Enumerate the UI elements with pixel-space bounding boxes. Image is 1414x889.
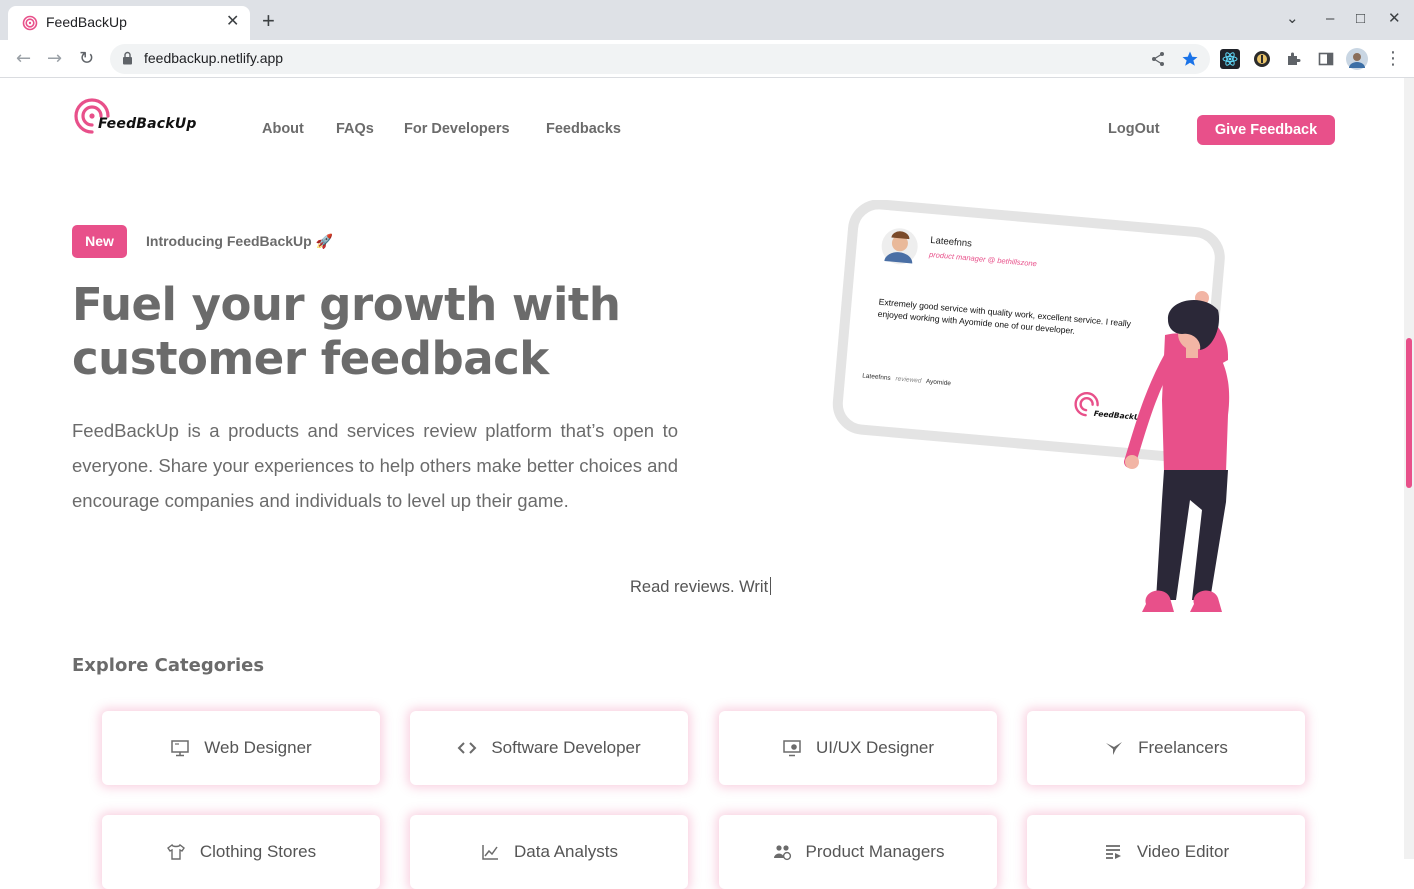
- category-label: Freelancers: [1138, 738, 1228, 757]
- category-label: Video Editor: [1136, 842, 1230, 861]
- lock-icon: [123, 51, 132, 65]
- category-label: UI/UX Designer: [815, 738, 935, 757]
- monitor-icon: [171, 740, 190, 757]
- screen-design-icon: [783, 740, 801, 757]
- new-badge: New: [72, 225, 127, 258]
- category-card-ui-ux-designer[interactable]: UI/UX Designer: [719, 711, 997, 785]
- logout-link[interactable]: LogOut: [1108, 121, 1160, 137]
- give-feedback-button[interactable]: Give Feedback: [1197, 115, 1335, 145]
- react-devtools-icon[interactable]: [1220, 49, 1240, 69]
- categories-title: Explore Categories: [72, 655, 265, 676]
- hero-title: Fuel your growth with customer feedback: [72, 278, 672, 386]
- typewriter-text: Read reviews. Writ: [630, 577, 772, 597]
- category-card-software-developer[interactable]: Software Developer: [410, 711, 688, 785]
- nav-feedbacks-link[interactable]: Feedbacks: [546, 121, 621, 137]
- hero-title-line2: customer feedback: [72, 332, 549, 385]
- page-scrollbar[interactable]: [1404, 78, 1414, 859]
- share-icon[interactable]: [1150, 51, 1166, 67]
- category-label: Product Managers: [805, 842, 945, 861]
- forward-button[interactable]: →: [47, 48, 62, 70]
- puzzle-icon[interactable]: [1286, 51, 1302, 67]
- category-label: Clothing Stores: [199, 842, 317, 861]
- typewriter-content: Read reviews. Writ: [630, 578, 769, 596]
- hero-title-line1: Fuel your growth with: [72, 278, 621, 331]
- bookmark-star-icon[interactable]: [1181, 50, 1199, 68]
- category-label: Software Developer: [491, 738, 641, 757]
- maximize-button[interactable]: □: [1356, 9, 1365, 29]
- scrollbar-thumb[interactable]: [1406, 338, 1412, 488]
- browser-toolbar: ← → ↻ feedbackup.netlify.app ⋮: [0, 40, 1414, 78]
- category-card-web-designer[interactable]: Web Designer: [102, 711, 380, 785]
- browser-tabstrip: FeedBackUp ✕ + ⌄ – □ ✕: [0, 0, 1414, 40]
- category-label: Data Analysts: [514, 842, 618, 861]
- site-header: FeedBackUp About FAQs For Developers Fee…: [0, 78, 1404, 188]
- category-card-video-editor[interactable]: Video Editor: [1027, 815, 1305, 889]
- bird-icon: [1106, 742, 1123, 755]
- category-card-freelancers[interactable]: Freelancers: [1027, 711, 1305, 785]
- chart-icon: [482, 845, 499, 860]
- tab-search-icon[interactable]: ⌄: [1286, 9, 1299, 29]
- browser-tab[interactable]: FeedBackUp ✕: [8, 6, 250, 40]
- video-list-icon: [1105, 845, 1121, 859]
- nav-about-link[interactable]: About: [262, 121, 304, 137]
- people-icon: [773, 845, 791, 861]
- new-tab-button[interactable]: +: [262, 9, 275, 33]
- nav-faqs-link[interactable]: FAQs: [336, 121, 374, 137]
- tab-title: FeedBackUp: [46, 14, 127, 30]
- category-label: Web Designer: [204, 738, 312, 757]
- back-button[interactable]: ←: [16, 48, 31, 70]
- browser-menu-icon[interactable]: ⋮: [1384, 48, 1402, 70]
- reload-button[interactable]: ↻: [79, 48, 94, 70]
- profile-avatar[interactable]: [1346, 48, 1368, 70]
- hero-illustration: Lateefnns product manager @ bethillszone…: [832, 200, 1230, 612]
- category-card-data-analysts[interactable]: Data Analysts: [410, 815, 688, 889]
- side-panel-icon[interactable]: [1318, 51, 1334, 67]
- feedbackup-favicon-icon: [22, 15, 38, 31]
- tab-close-icon[interactable]: ✕: [226, 11, 239, 31]
- close-window-button[interactable]: ✕: [1388, 9, 1401, 29]
- url-text: feedbackup.netlify.app: [144, 50, 284, 66]
- hero-description: FeedBackUp is a products and services re…: [72, 420, 678, 511]
- feedbackup-logo[interactable]: FeedBackUp: [72, 96, 202, 136]
- logo-text: FeedBackUp: [98, 116, 197, 132]
- category-card-product-managers[interactable]: Product Managers: [719, 815, 997, 889]
- shirt-icon: [166, 843, 185, 860]
- minimize-button[interactable]: –: [1326, 9, 1334, 29]
- category-card-clothing-stores[interactable]: Clothing Stores: [102, 815, 380, 889]
- intro-text: Introducing FeedBackUp 🚀: [146, 233, 334, 249]
- nav-developers-link[interactable]: For Developers: [404, 121, 510, 137]
- code-icon: [457, 742, 477, 754]
- typewriter-cursor: [770, 577, 772, 595]
- address-bar[interactable]: feedbackup.netlify.app: [110, 44, 1210, 74]
- extension-icon[interactable]: [1253, 50, 1271, 68]
